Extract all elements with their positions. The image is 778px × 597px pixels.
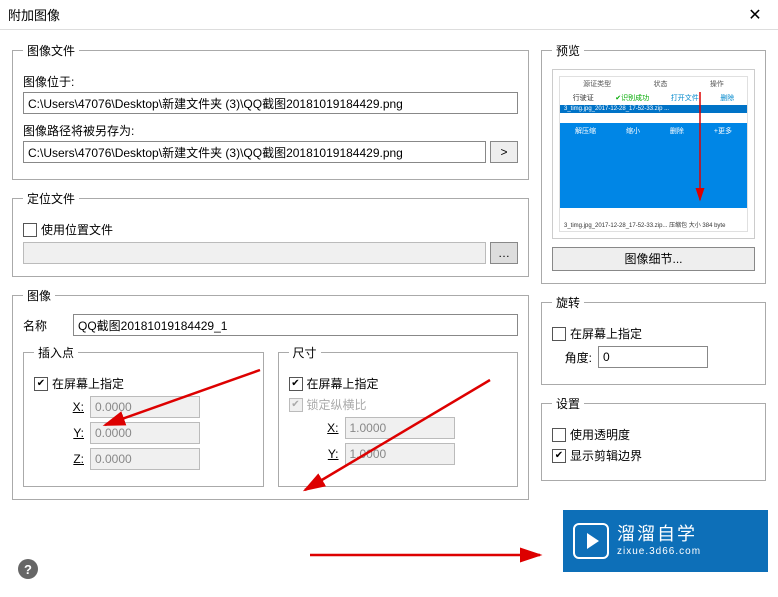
preview-hdr2-b: ✔识别成功 <box>615 93 649 103</box>
insert-point-legend: 插入点 <box>34 344 78 361</box>
window-title: 附加图像 <box>8 5 740 24</box>
preview-hdr2-c: 打开文件 <box>671 93 699 103</box>
settings-legend: 设置 <box>552 395 584 412</box>
close-button[interactable]: ✕ <box>740 5 770 25</box>
size-on-screen-label: 在屏幕上指定 <box>307 375 379 392</box>
insert-y-label: Y: <box>34 426 84 440</box>
insert-z-label: Z: <box>34 452 84 466</box>
located-at-input[interactable] <box>23 92 518 114</box>
preview-mid-d: +更多 <box>714 126 732 136</box>
size-legend: 尺寸 <box>289 344 321 361</box>
size-group: 尺寸 ✔ 在屏幕上指定 ✔ 锁定纵横比 X: Y: <box>278 344 519 487</box>
angle-label: 角度: <box>552 349 592 366</box>
size-x-label: X: <box>289 421 339 435</box>
locate-file-legend: 定位文件 <box>23 190 79 207</box>
save-as-browse-button[interactable]: > <box>490 141 518 163</box>
locate-file-group: 定位文件 使用位置文件 … <box>12 190 529 277</box>
size-y-input <box>345 443 455 465</box>
watermark-badge: 溜溜自学 zixue.3d66.com <box>563 510 768 572</box>
preview-hdr2-d: 删除 <box>720 93 734 103</box>
settings-group: 设置 使用透明度 ✔ 显示剪辑边界 <box>541 395 766 481</box>
rotation-on-screen-checkbox[interactable] <box>552 327 566 341</box>
preview-group: 预览 源证类型状态操作 行驶证✔识别成功打开文件删除 3_timg.jpg_20… <box>541 42 766 284</box>
insert-on-screen-checkbox[interactable]: ✔ <box>34 377 48 391</box>
rotation-on-screen-label: 在屏幕上指定 <box>570 325 642 342</box>
size-on-screen-checkbox[interactable]: ✔ <box>289 377 303 391</box>
save-as-input[interactable] <box>23 141 486 163</box>
preview-hdr-b: 状态 <box>653 79 667 89</box>
preview-image: 源证类型状态操作 行驶证✔识别成功打开文件删除 3_timg.jpg_2017-… <box>552 69 755 239</box>
watermark-url: zixue.3d66.com <box>617 546 701 558</box>
insert-x-input <box>90 396 200 418</box>
image-file-legend: 图像文件 <box>23 42 79 59</box>
use-location-file-checkbox[interactable] <box>23 223 37 237</box>
insert-point-group: 插入点 ✔ 在屏幕上指定 X: Y: Z: <box>23 344 264 487</box>
image-legend: 图像 <box>23 287 55 304</box>
preview-hdr-c: 操作 <box>710 79 724 89</box>
transparency-checkbox[interactable] <box>552 428 566 442</box>
insert-z-input <box>90 448 200 470</box>
chevron-right-icon: > <box>500 145 507 159</box>
rotation-group: 旋转 在屏幕上指定 角度: <box>541 294 766 385</box>
preview-hdr2-a: 行驶证 <box>573 93 594 103</box>
size-y-label: Y: <box>289 447 339 461</box>
play-icon <box>573 523 609 559</box>
preview-mid-b: 缩小 <box>626 126 640 136</box>
clip-boundary-checkbox[interactable]: ✔ <box>552 449 566 463</box>
use-location-file-label: 使用位置文件 <box>41 221 113 238</box>
lock-ratio-label: 锁定纵横比 <box>307 396 367 413</box>
lock-ratio-checkbox: ✔ <box>289 398 303 412</box>
insert-x-label: X: <box>34 400 84 414</box>
ellipsis-icon: … <box>498 246 510 260</box>
help-button[interactable]: ? <box>18 559 38 579</box>
watermark-title: 溜溜自学 <box>617 524 701 546</box>
preview-mid-c: 删除 <box>670 126 684 136</box>
insert-on-screen-label: 在屏幕上指定 <box>52 375 124 392</box>
size-x-input <box>345 417 455 439</box>
location-file-input <box>23 242 486 264</box>
preview-file-row: 3_timg.jpg_2017-12-28_17-52-33.zip ... <box>560 105 747 113</box>
preview-ftr: 3_timg.jpg_2017-12-28_17-52-33.zip... 压缩… <box>562 219 745 230</box>
image-name-label: 名称 <box>23 317 63 334</box>
image-file-group: 图像文件 图像位于: 图像路径将被另存为: > <box>12 42 529 180</box>
angle-input[interactable] <box>598 346 708 368</box>
insert-y-input <box>90 422 200 444</box>
located-at-label: 图像位于: <box>23 73 74 90</box>
transparency-label: 使用透明度 <box>570 426 630 443</box>
image-detail-button[interactable]: 图像细节... <box>552 247 755 271</box>
clip-boundary-label: 显示剪辑边界 <box>570 447 642 464</box>
preview-hdr-a: 源证类型 <box>583 79 611 89</box>
preview-mid-a: 解压缩 <box>575 126 596 136</box>
rotation-legend: 旋转 <box>552 294 584 311</box>
image-group: 图像 名称 插入点 ✔ 在屏幕上指定 X: Y: Z: 尺寸 <box>12 287 529 500</box>
image-name-input[interactable] <box>73 314 518 336</box>
preview-legend: 预览 <box>552 42 584 59</box>
location-file-browse-button[interactable]: … <box>490 242 518 264</box>
save-as-label: 图像路径将被另存为: <box>23 122 134 139</box>
